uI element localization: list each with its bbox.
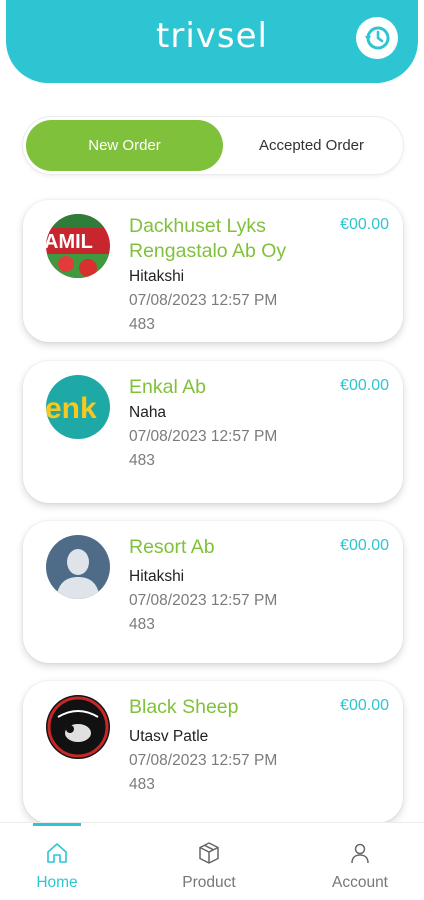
customer-name: Utasv Patle <box>129 728 209 745</box>
order-card[interactable]: Resort Ab €00.00 Hitakshi 07/08/2023 12:… <box>23 521 403 663</box>
store-name: Enkal Ab <box>129 376 206 398</box>
home-icon <box>47 843 67 863</box>
order-tabs: New Order Accepted Order <box>23 117 403 174</box>
nav-product-label: Product <box>182 874 236 891</box>
order-card[interactable]: Black Sheep €00.00 Utasv Patle 07/08/202… <box>23 681 403 823</box>
store-avatar: AMIL <box>46 214 110 278</box>
order-datetime: 07/08/2023 12:57 PM <box>129 752 278 769</box>
store-name: Black Sheep <box>129 696 239 718</box>
nav-account[interactable]: Account <box>300 823 420 900</box>
nav-account-label: Account <box>331 874 388 891</box>
customer-name: Hitakshi <box>129 568 185 585</box>
store-avatar: enk <box>46 375 110 439</box>
order-number: 483 <box>129 616 155 633</box>
history-button[interactable] <box>356 17 398 59</box>
order-price: €00.00 <box>340 537 389 554</box>
nav-home[interactable]: Home <box>0 823 117 900</box>
store-avatar <box>46 695 110 759</box>
order-card[interactable]: enk Enkal Ab €00.00 Naha 07/08/2023 12:5… <box>23 361 403 503</box>
app-header: trivsel <box>6 0 418 83</box>
order-price: €00.00 <box>340 697 389 714</box>
store-name: Resort Ab <box>129 536 215 558</box>
history-icon <box>365 26 390 50</box>
order-price: €00.00 <box>340 377 389 394</box>
order-datetime: 07/08/2023 12:57 PM <box>129 292 278 309</box>
black-sheep-logo <box>46 695 110 759</box>
customer-name: Naha <box>129 404 167 421</box>
tab-new-order[interactable]: New Order <box>26 120 223 171</box>
amil-logo: AMIL <box>46 214 110 278</box>
enk-logo: enk <box>46 375 110 439</box>
order-number: 483 <box>129 452 155 469</box>
svg-text:enk: enk <box>46 392 97 425</box>
nav-home-label: Home <box>36 874 78 891</box>
store-name: Dackhuset Lyks Rengastalo Ab Oy <box>129 215 287 262</box>
order-datetime: 07/08/2023 12:57 PM <box>129 428 278 445</box>
order-datetime: 07/08/2023 12:57 PM <box>129 592 278 609</box>
svg-text:AMIL: AMIL <box>46 231 93 253</box>
order-number: 483 <box>129 316 155 333</box>
person-placeholder-icon <box>46 535 110 599</box>
customer-name: Hitakshi <box>129 268 185 285</box>
order-card[interactable]: AMIL Dackhuset Lyks Rengastalo Ab Oy €00… <box>23 200 403 342</box>
bottom-nav: Home Product Account <box>0 822 424 900</box>
order-price: €00.00 <box>340 216 389 233</box>
order-number: 483 <box>129 776 155 793</box>
box-icon <box>199 842 219 864</box>
store-avatar <box>46 535 110 599</box>
user-icon <box>351 843 369 864</box>
nav-product[interactable]: Product <box>149 823 269 900</box>
tab-accepted-order[interactable]: Accepted Order <box>223 120 400 171</box>
